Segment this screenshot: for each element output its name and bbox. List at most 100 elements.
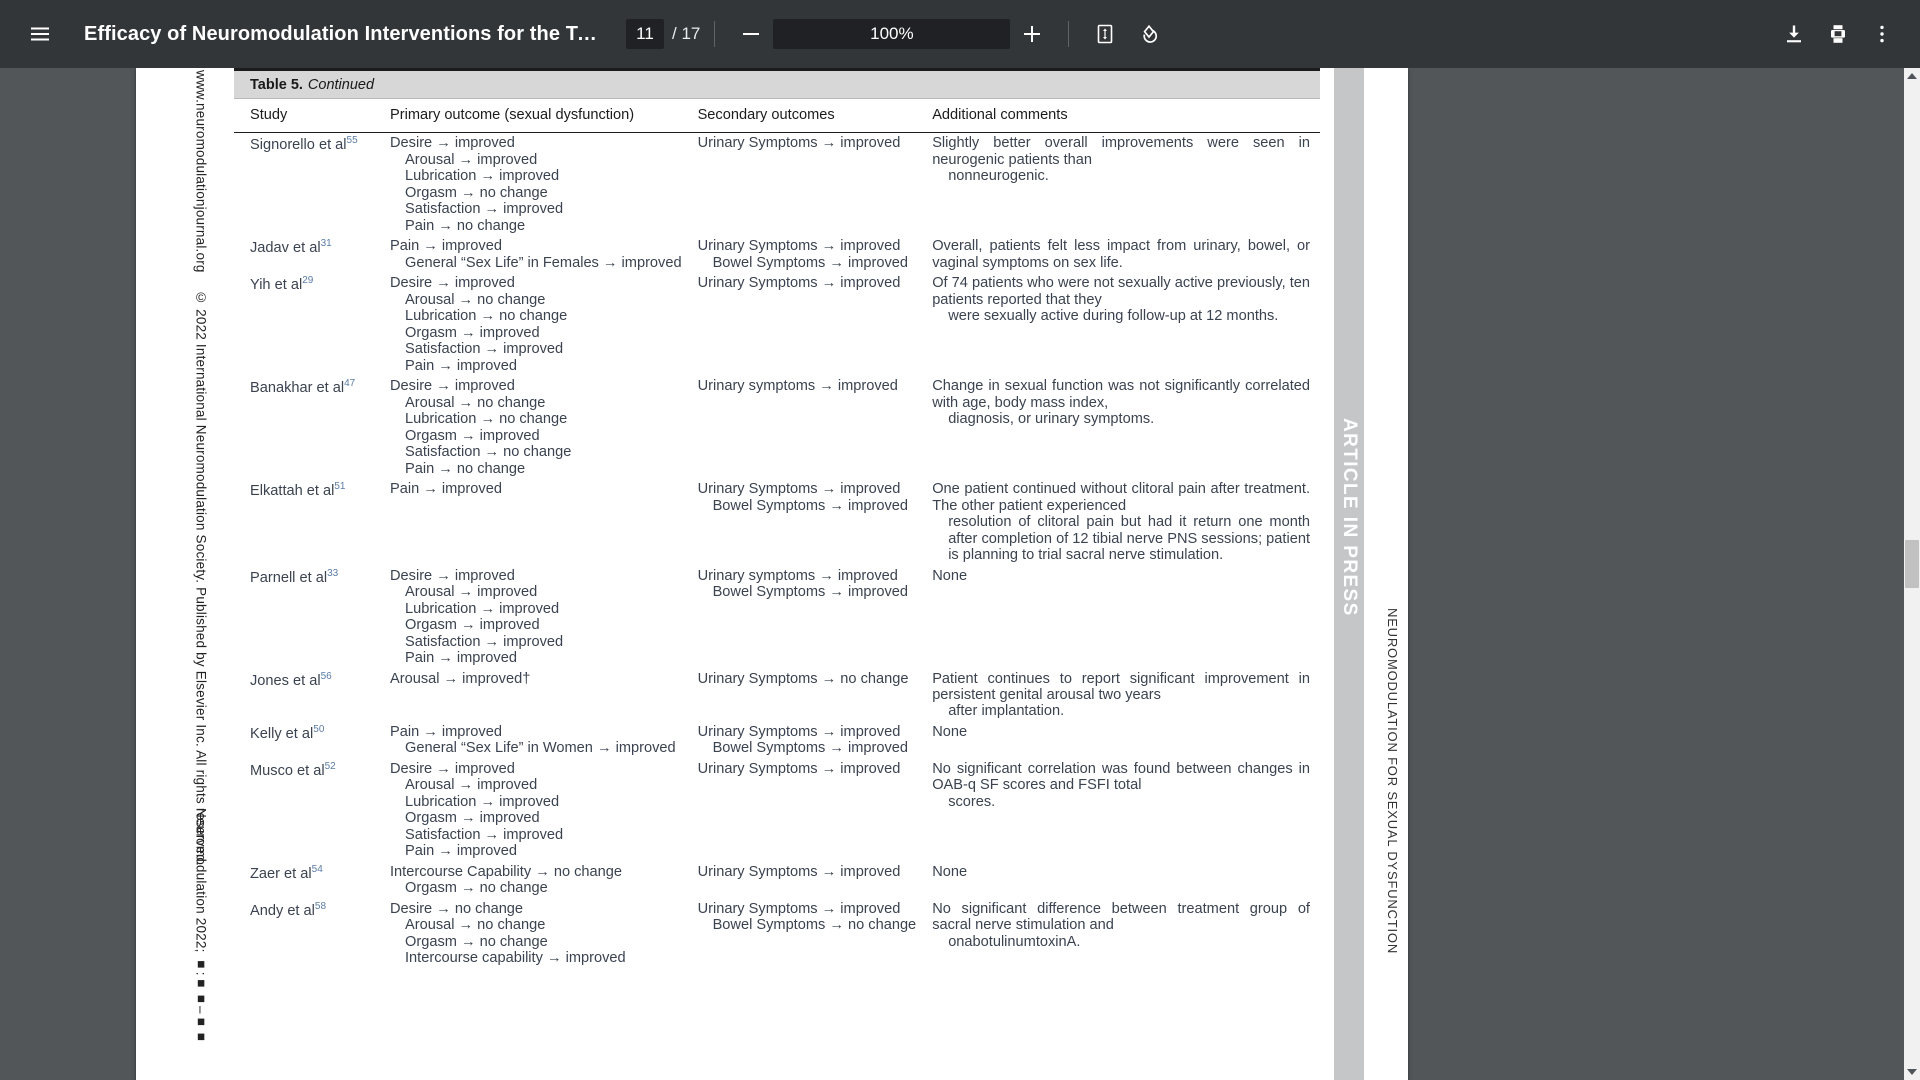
table-row: Signorello et al55 Desire → improved Arous… (234, 133, 1320, 236)
comment-continuation: after implantation. (948, 703, 1065, 720)
comment-line: Change in sexual function was not signif… (932, 378, 1310, 411)
comment-line: None (932, 863, 968, 880)
table-caption: Table 5. Continued (234, 68, 1320, 99)
col-header-comments: Additional comments (926, 99, 1320, 134)
cell-primary-outcome: Pain → improved (384, 479, 692, 565)
outcome-line: Urinary symptoms → improved (697, 378, 898, 395)
table-row: Elkattah et al51 Pain → improved Urinary S… (234, 479, 1320, 565)
pdf-viewer-canvas[interactable]: www.neuromodulationjournal.org © 2022 In… (0, 68, 1920, 1080)
download-icon[interactable] (1772, 12, 1816, 56)
cell-primary-outcome: Intercourse Capability → no change Orgasm… (384, 862, 692, 899)
comment-line: Overall, patients felt less impact from … (932, 238, 1310, 271)
scrollbar-thumb[interactable] (1905, 540, 1919, 588)
cell-secondary-outcomes: Urinary symptoms → improved Bowel Symptom… (692, 566, 927, 669)
cell-primary-outcome: Desire → improved Arousal → improved Lubri… (384, 133, 692, 236)
outcome-line: Desire → improved (390, 378, 515, 395)
zoom-in-button[interactable] (1010, 12, 1054, 56)
outcome-line: Pain → improved (390, 481, 502, 498)
comment-line: None (932, 567, 968, 584)
table-caption-number: Table 5. (250, 76, 303, 93)
outcome-line: Urinary Symptoms → improved (697, 760, 901, 777)
outcome-line: Lubrication → no change (405, 308, 568, 325)
rotate-icon[interactable] (1127, 12, 1171, 56)
more-vertical-icon[interactable] (1860, 12, 1904, 56)
cell-study: Elkattah et al51 (234, 479, 384, 565)
outcome-line: Lubrication → improved (405, 600, 560, 617)
pdf-page: www.neuromodulationjournal.org © 2022 In… (136, 68, 1408, 1080)
outcome-line: Bowel Symptoms → no change (712, 917, 917, 934)
study-reference-number: 51 (334, 481, 346, 493)
study-reference-number: 31 (320, 238, 332, 250)
outcome-line: Urinary Symptoms → improved (697, 481, 901, 498)
cell-secondary-outcomes: Urinary Symptoms → no change (692, 669, 927, 722)
cell-secondary-outcomes: Urinary Symptoms → improved (692, 133, 927, 236)
cell-additional-comments: Overall, patients felt less impact from … (926, 236, 1320, 273)
scroll-up-arrow-icon[interactable] (1904, 68, 1920, 84)
outcome-line: Urinary Symptoms → improved (697, 900, 901, 917)
cell-secondary-outcomes: Urinary Symptoms → improved Bowel Symptom… (692, 899, 927, 969)
outcome-line: Pain → no change (405, 217, 526, 234)
vertical-scrollbar[interactable] (1904, 68, 1920, 1080)
study-name: Parnell et al (250, 569, 328, 586)
outcome-line: Pain → improved (405, 357, 517, 374)
outcome-line: Desire → improved (390, 135, 515, 152)
outcome-line: Orgasm → no change (405, 880, 548, 897)
cell-additional-comments: One patient continued without clitoral p… (926, 479, 1320, 565)
cell-primary-outcome: Pain → improved General “Sex Life” in Wom… (384, 722, 692, 759)
table-header-row: Study Primary outcome (sexual dysfunctio… (234, 99, 1320, 134)
cell-additional-comments: Change in sexual function was not signif… (926, 376, 1320, 479)
toolbar-divider-2 (1068, 21, 1070, 47)
outcome-line: Bowel Symptoms → improved (712, 584, 909, 601)
study-reference-number: 47 (344, 378, 356, 390)
margin-copyright-notice: © 2022 International Neuromodulation Soc… (193, 290, 209, 866)
table-row: Musco et al52 Desire → improved Arousal → … (234, 759, 1320, 862)
cell-secondary-outcomes: Urinary Symptoms → improved Bowel Symptom… (692, 722, 927, 759)
outcome-line: Arousal → no change (405, 394, 546, 411)
cell-secondary-outcomes: Urinary Symptoms → improved (692, 759, 927, 862)
outcome-line: Satisfaction → improved (405, 201, 564, 218)
cell-secondary-outcomes: Urinary symptoms → improved (692, 376, 927, 479)
cell-primary-outcome: Desire → no change Arousal → no change Org… (384, 899, 692, 969)
cell-secondary-outcomes: Urinary Symptoms → improved Bowel Symptom… (692, 479, 927, 565)
cell-study: Jones et al56 (234, 669, 384, 722)
outcome-line: Orgasm → improved (405, 617, 540, 634)
table-row: Zaer et al54 Intercourse Capability → no … (234, 862, 1320, 899)
col-header-secondary: Secondary outcomes (691, 99, 927, 134)
fit-to-page-icon[interactable] (1083, 12, 1127, 56)
study-name: Banakhar et al (250, 380, 345, 397)
zoom-level-input[interactable] (773, 19, 1011, 49)
outcome-line: Arousal → improved† (390, 670, 531, 687)
document-title: Efficacy of Neuromodulation Intervention… (84, 22, 604, 45)
cell-additional-comments: None (926, 566, 1320, 669)
study-name: Kelly et al (250, 725, 314, 742)
comment-line: No significant difference between treatm… (932, 900, 1310, 934)
outcome-line: Pain → improved (390, 238, 502, 255)
outcome-line: Lubrication → improved (405, 793, 560, 810)
outcome-line: General “Sex Life” in Women → improved (405, 740, 676, 757)
cell-primary-outcome: Desire → improved Arousal → improved Lubri… (384, 759, 692, 862)
outcome-line: Satisfaction → improved (405, 826, 564, 843)
margin-journal-url: www.neuromodulationjournal.org (193, 70, 209, 273)
outcome-line: Satisfaction → no change (405, 444, 572, 461)
margin-journal-citation: Neuromodulation 2022; ■:■■–■■ (193, 808, 209, 1045)
zoom-out-button[interactable] (729, 12, 773, 56)
outcome-line: Orgasm → no change (405, 184, 548, 201)
col-header-primary: Primary outcome (sexual dysfunction) (384, 99, 692, 134)
outcome-line: Arousal → improved (405, 584, 538, 601)
comment-line: Slightly better overall improvements wer… (932, 135, 1310, 168)
print-icon[interactable] (1816, 12, 1860, 56)
outcome-line: Intercourse capability → improved (405, 950, 626, 967)
cell-primary-outcome: Desire → improved Arousal → no change Lubr… (384, 376, 692, 479)
outcome-line: Arousal → improved (405, 151, 538, 168)
outcome-line: Urinary Symptoms → no change (697, 670, 909, 687)
scroll-down-arrow-icon[interactable] (1904, 1064, 1920, 1080)
page-navigation: / 17 (626, 19, 700, 49)
study-name: Elkattah et al (250, 483, 335, 500)
study-reference-number: 52 (324, 760, 336, 772)
cell-primary-outcome: Desire → improved Arousal → improved Lubri… (384, 566, 692, 669)
page-number-input[interactable] (626, 19, 664, 49)
outcome-line: Arousal → improved (405, 777, 538, 794)
outcome-line: Bowel Symptoms → improved (712, 740, 909, 757)
hamburger-menu-icon[interactable] (18, 12, 62, 56)
cell-study: Yih et al29 (234, 273, 384, 376)
